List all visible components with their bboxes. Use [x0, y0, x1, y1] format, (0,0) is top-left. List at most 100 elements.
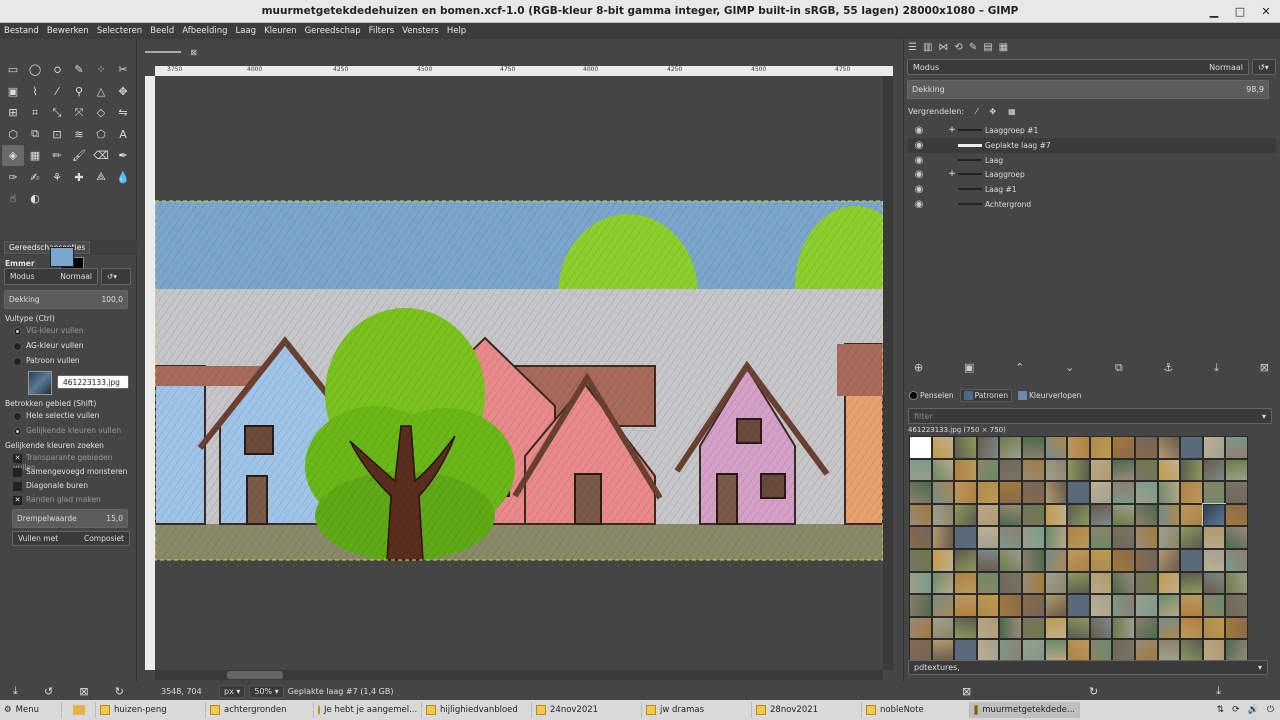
close-tab-icon[interactable]: ⊠	[190, 48, 197, 57]
pattern-swatch[interactable]	[931, 436, 955, 459]
tag-input[interactable]: pdtextures, ▾	[908, 660, 1268, 675]
smudge-icon[interactable]: ☝	[2, 188, 24, 209]
pattern-swatch[interactable]	[909, 571, 932, 595]
shear-icon[interactable]: ⬠	[90, 124, 112, 145]
layer-row[interactable]: ◉ + Laaggroep #1	[908, 123, 1276, 138]
horizontal-scrollbar[interactable]	[155, 670, 883, 680]
layer-row[interactable]: ◉ Achtergrond	[908, 197, 1276, 212]
tab-patterns[interactable]: Patronen	[959, 389, 1012, 402]
gradient-icon[interactable]: ▦	[24, 145, 46, 166]
pattern-name-field[interactable]: 461223133.jpg	[57, 375, 129, 389]
horizontal-ruler[interactable]: 3750 4000 4250 4500 4750 4000 4250 4500 …	[155, 66, 893, 76]
pattern-swatch[interactable]	[1157, 436, 1181, 459]
perspective-icon[interactable]: ◇	[90, 102, 112, 123]
pattern-swatch[interactable]	[1157, 571, 1181, 595]
pattern-swatch[interactable]	[1180, 594, 1203, 617]
paths-tab-icon[interactable]: ⋈	[938, 42, 948, 53]
update-icon[interactable]: ⟳	[1232, 705, 1240, 715]
brushes-tab-icon[interactable]: ✎	[969, 42, 977, 53]
seamless-clone-icon[interactable]: ⧉	[24, 124, 46, 145]
pencil-icon[interactable]: ✏	[46, 145, 68, 166]
pattern-swatch[interactable]	[1157, 616, 1181, 640]
pattern-swatch[interactable]	[999, 639, 1022, 662]
pattern-swatch[interactable]	[1067, 594, 1090, 617]
pattern-swatch[interactable]	[1067, 639, 1090, 662]
menu-laag[interactable]: Laag	[236, 26, 257, 36]
vertical-ruler[interactable]	[145, 76, 155, 670]
pattern-swatch[interactable]	[1089, 639, 1113, 662]
threshold-slider[interactable]: Drempelwaarde 15,0	[12, 509, 128, 528]
pattern-swatch[interactable]	[954, 616, 977, 640]
menu-kleuren[interactable]: Kleuren	[264, 26, 296, 36]
pattern-swatch[interactable]	[976, 481, 1000, 504]
canvas-image[interactable]	[154, 76, 915, 670]
pattern-swatch[interactable]	[999, 571, 1022, 595]
pattern-swatch[interactable]	[1089, 503, 1113, 527]
pattern-swatch[interactable]	[1180, 526, 1203, 549]
pattern-swatch[interactable]	[976, 436, 1000, 459]
scroll-thumb[interactable]	[227, 671, 283, 679]
unit-select[interactable]: px ▾	[219, 684, 246, 698]
pattern-swatch[interactable]	[1225, 594, 1248, 617]
zoom-icon[interactable]: ⚲	[68, 81, 90, 102]
pattern-swatch[interactable]	[1044, 436, 1068, 459]
layer-row[interactable]: ◉ Laag #1	[908, 182, 1276, 197]
menu-afbeelding[interactable]: Afbeelding	[182, 26, 227, 36]
menu-gereedschap[interactable]: Gereedschap	[305, 26, 361, 36]
pattern-swatch[interactable]	[1112, 503, 1135, 527]
pattern-swatch[interactable]	[1225, 548, 1248, 572]
eraser-icon[interactable]: ⌫	[90, 145, 112, 166]
pattern-swatch[interactable]	[1044, 571, 1068, 595]
pattern-swatch[interactable]	[1089, 481, 1113, 504]
pattern-swatch[interactable]	[954, 526, 977, 549]
pattern-swatch[interactable]	[1089, 458, 1113, 482]
rect-select-icon[interactable]: ▭	[2, 59, 24, 80]
layer-mode-select[interactable]: Modus Normaal	[907, 59, 1249, 75]
pattern-swatch[interactable]	[1225, 436, 1248, 459]
pattern-swatch[interactable]	[909, 458, 932, 482]
heal-icon[interactable]: ✚	[68, 167, 90, 188]
unified-transform-icon[interactable]: ⤡	[46, 102, 68, 123]
pattern-swatch[interactable]	[1201, 502, 1227, 528]
pattern-swatch[interactable]	[931, 481, 955, 504]
pattern-swatch[interactable]	[1021, 571, 1045, 595]
pattern-swatch[interactable]	[1089, 594, 1113, 617]
expand-icon[interactable]: +	[946, 125, 958, 135]
pattern-swatch[interactable]	[1089, 548, 1113, 572]
foreground-select-icon[interactable]: ▣	[2, 81, 24, 102]
pattern-swatch[interactable]	[1044, 526, 1068, 549]
task-item[interactable]: 28nov2021	[752, 702, 862, 718]
pattern-swatch[interactable]	[1202, 526, 1226, 549]
eye-icon[interactable]: ◉	[912, 155, 926, 166]
restore-options-icon[interactable]: ↺	[44, 685, 53, 698]
airbrush-icon[interactable]: ✒	[112, 145, 134, 166]
perspective-clone-icon[interactable]: ⟁	[90, 167, 112, 188]
pattern-swatch[interactable]	[954, 594, 977, 617]
pattern-swatch[interactable]	[1067, 481, 1090, 504]
pattern-swatch[interactable]	[976, 503, 1000, 527]
pattern-swatch[interactable]	[976, 639, 1000, 662]
images-tab-icon[interactable]: ▤	[983, 42, 992, 53]
color-picker-icon[interactable]: ⁄	[46, 81, 68, 102]
area-similar-radio[interactable]: Gelijkende kleuren vullen	[13, 426, 121, 436]
pattern-swatch[interactable]	[954, 571, 977, 595]
pattern-swatch[interactable]	[909, 481, 932, 504]
pattern-swatch[interactable]	[909, 436, 932, 459]
task-item[interactable]: nobleNote	[862, 702, 970, 718]
pattern-swatch[interactable]	[909, 526, 932, 549]
pattern-swatch[interactable]	[1225, 458, 1248, 482]
pattern-swatch[interactable]	[999, 594, 1022, 617]
layer-row[interactable]: ◉ + Laaggroep	[908, 167, 1276, 182]
close-icon[interactable]: ✕	[1258, 3, 1274, 19]
warp-transform-icon[interactable]: ≋	[68, 124, 90, 145]
pattern-swatch[interactable]	[999, 481, 1022, 504]
align-icon[interactable]: ⊞	[2, 102, 24, 123]
pattern-swatch[interactable]	[909, 639, 932, 662]
pattern-swatch[interactable]	[1112, 436, 1135, 459]
pattern-swatch[interactable]	[954, 481, 977, 504]
pattern-swatch[interactable]	[1044, 548, 1068, 572]
pattern-swatch[interactable]	[1021, 548, 1045, 572]
mode-select[interactable]: Modus Normaal	[4, 268, 98, 285]
new-layer-icon[interactable]: ⊕	[914, 361, 923, 375]
pattern-swatch[interactable]	[1225, 526, 1248, 549]
